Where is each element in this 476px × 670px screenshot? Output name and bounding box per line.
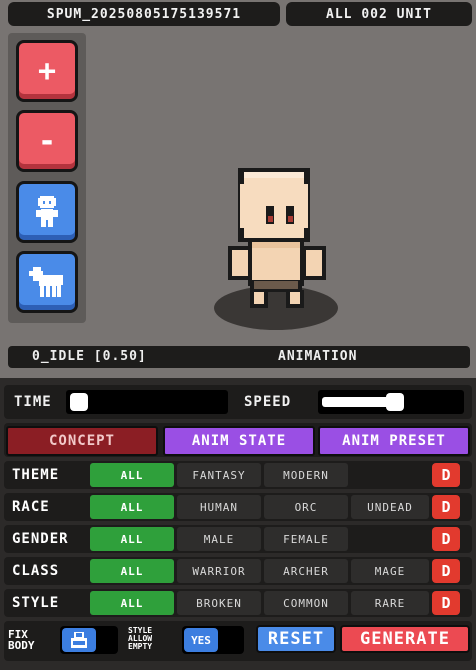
style-option-common[interactable]: COMMON bbox=[264, 591, 348, 615]
style-dice-button[interactable]: D bbox=[432, 591, 460, 615]
race-option-human[interactable]: HUMAN bbox=[177, 495, 261, 519]
speed-slider-handle[interactable] bbox=[386, 393, 404, 411]
class-label: CLASS bbox=[12, 563, 60, 579]
fix-body-toggle-knob[interactable] bbox=[62, 628, 96, 652]
style-allow-empty-toggle[interactable]: YES bbox=[182, 626, 244, 654]
horse-mode-button[interactable] bbox=[16, 251, 78, 313]
gender-label: GENDER bbox=[12, 531, 69, 547]
fix-body-label: FIX BODY bbox=[8, 629, 35, 651]
theme-option-all[interactable]: ALL bbox=[90, 463, 174, 487]
race-option-all[interactable]: ALL bbox=[90, 495, 174, 519]
animation-bar[interactable]: 0_IDLE [0.50] ANIMATION bbox=[8, 346, 470, 368]
theme-label: THEME bbox=[12, 467, 60, 483]
theme-option-modern[interactable]: MODERN bbox=[264, 463, 348, 487]
project-name-label: SPUM_20250805175139571 bbox=[8, 2, 280, 26]
character-icon bbox=[36, 196, 58, 227]
character-mode-button[interactable] bbox=[16, 181, 78, 243]
race-label: RACE bbox=[12, 499, 50, 515]
tab-concept[interactable]: CONCEPT bbox=[6, 426, 158, 456]
style-option-rare[interactable]: RARE bbox=[351, 591, 429, 615]
fix-body-label-line2: BODY bbox=[8, 639, 35, 652]
race-option-orc[interactable]: ORC bbox=[264, 495, 348, 519]
time-slider-handle[interactable] bbox=[70, 393, 88, 411]
generate-button[interactable]: GENERATE bbox=[340, 625, 470, 653]
class-option-all[interactable]: ALL bbox=[90, 559, 174, 583]
style-label: STYLE bbox=[12, 595, 60, 611]
lock-icon bbox=[71, 632, 87, 648]
time-slider[interactable] bbox=[66, 390, 228, 414]
class-option-warrior[interactable]: WARRIOR bbox=[177, 559, 261, 583]
speed-slider-fill bbox=[322, 397, 392, 407]
tab-anim-state[interactable]: ANIM STATE bbox=[163, 426, 315, 456]
animation-label: ANIMATION bbox=[278, 349, 358, 364]
gender-option-female[interactable]: FEMALE bbox=[264, 527, 348, 551]
theme-dice-button[interactable]: D bbox=[432, 463, 460, 487]
plus-icon: + bbox=[37, 53, 57, 89]
unit-count-label: ALL 002 UNIT bbox=[286, 2, 472, 26]
add-unit-button[interactable]: + bbox=[16, 40, 78, 102]
race-dice-button[interactable]: D bbox=[432, 495, 460, 519]
style-option-all[interactable]: ALL bbox=[90, 591, 174, 615]
horse-icon bbox=[29, 267, 63, 297]
gender-dice-button[interactable]: D bbox=[432, 527, 460, 551]
character-sprite[interactable] bbox=[216, 162, 336, 312]
fix-body-toggle[interactable] bbox=[60, 626, 118, 654]
style-allow-empty-toggle-knob[interactable]: YES bbox=[184, 628, 218, 652]
current-animation-label: 0_IDLE [0.50] bbox=[32, 349, 147, 364]
style-allow-empty-line3: EMPTY bbox=[128, 642, 153, 651]
class-option-archer[interactable]: ARCHER bbox=[264, 559, 348, 583]
style-allow-empty-label: STYLE ALLOW EMPTY bbox=[128, 627, 152, 651]
time-label: TIME bbox=[14, 394, 52, 410]
tab-anim-preset[interactable]: ANIM PRESET bbox=[318, 426, 470, 456]
speed-label: SPEED bbox=[244, 394, 292, 410]
class-option-mage[interactable]: MAGE bbox=[351, 559, 429, 583]
race-option-undead[interactable]: UNDEAD bbox=[351, 495, 429, 519]
style-option-broken[interactable]: BROKEN bbox=[177, 591, 261, 615]
minus-icon: - bbox=[37, 123, 57, 159]
class-dice-button[interactable]: D bbox=[432, 559, 460, 583]
gender-option-male[interactable]: MALE bbox=[177, 527, 261, 551]
theme-option-fantasy[interactable]: FANTASY bbox=[177, 463, 261, 487]
gender-option-all[interactable]: ALL bbox=[90, 527, 174, 551]
remove-unit-button[interactable]: - bbox=[16, 110, 78, 172]
reset-button[interactable]: RESET bbox=[256, 625, 336, 653]
